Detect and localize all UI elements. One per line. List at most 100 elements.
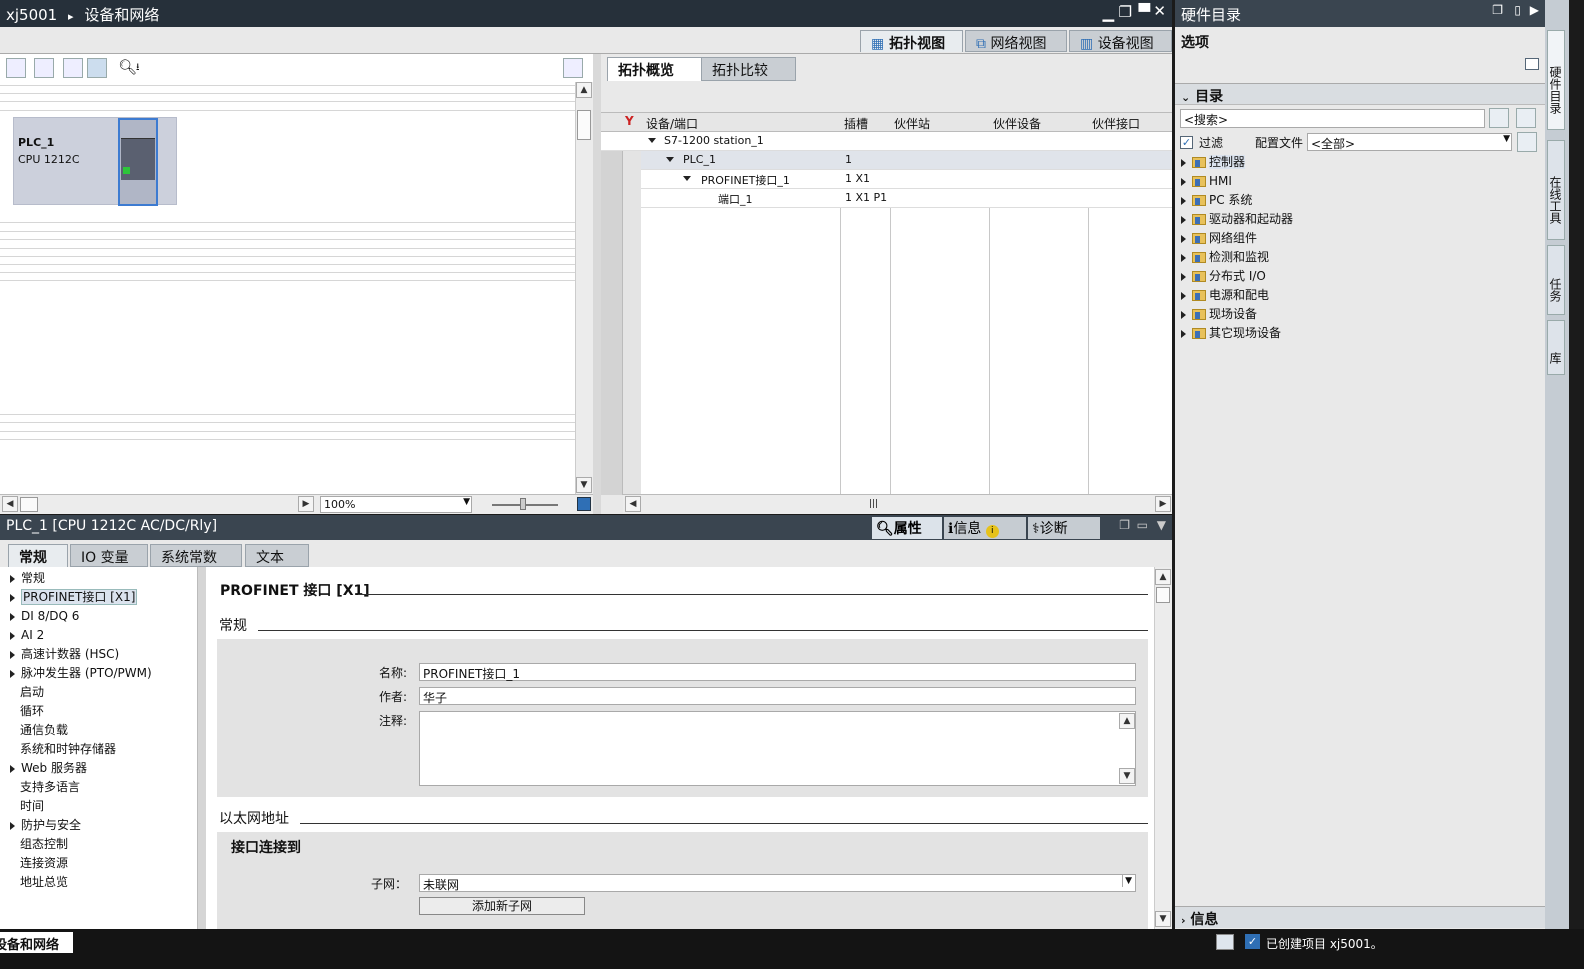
restore-icon[interactable]: ❐ <box>1492 3 1503 17</box>
profile-edit-icon[interactable] <box>1517 132 1537 152</box>
search-up-icon[interactable] <box>1516 108 1536 128</box>
scroll-down-icon[interactable]: ▼ <box>1155 911 1171 927</box>
nav-item-web-server[interactable]: Web 服务器 <box>10 759 87 778</box>
comment-field[interactable] <box>419 711 1136 786</box>
chevron-right-icon[interactable]: ▶ <box>1530 3 1539 17</box>
scroll-right-icon[interactable]: ▶ <box>1155 496 1171 512</box>
nav-item-pto[interactable]: 脉冲发生器 (PTO/PWM) <box>10 664 152 683</box>
nav-item-time[interactable]: 时间 <box>20 797 44 816</box>
tree-item-field-devices[interactable]: 现场设备 <box>1181 305 1257 324</box>
col-header-slot[interactable]: 插槽 <box>844 115 868 132</box>
tab-network-view[interactable]: ⧉ 网络视图 <box>965 30 1067 52</box>
nav-item-di-dq[interactable]: DI 8/DQ 6 <box>10 607 79 626</box>
col-header-partner-device[interactable]: 伙伴设备 <box>993 115 1041 132</box>
close-icon[interactable]: ✕ <box>1153 2 1166 20</box>
tab-topology-view[interactable]: ▦ 拓扑视图 <box>860 30 963 52</box>
tab-texts[interactable]: 文本 <box>245 544 309 567</box>
nav-item-profinet[interactable]: PROFINET接口 [X1] <box>10 588 138 607</box>
nav-splitter[interactable] <box>198 567 206 929</box>
side-tab-tasks[interactable]: 任务 <box>1547 245 1565 315</box>
side-tab-online-tools[interactable]: 在线工具 <box>1547 140 1565 240</box>
taskbar-editor-button[interactable]: 设备和网络 <box>0 932 73 953</box>
chevron-down-icon[interactable]: ▼ <box>1122 875 1134 887</box>
table-row[interactable]: S7-1200 station_1 <box>601 132 1172 151</box>
tree-item-network[interactable]: 网络组件 <box>1181 229 1257 248</box>
chevron-down-icon[interactable]: ⭳ <box>136 60 140 77</box>
chevron-down-icon[interactable]: ▼ <box>1157 518 1166 532</box>
scroll-left-icon[interactable]: ◀ <box>2 496 18 512</box>
maximize-icon[interactable]: ▀ <box>1138 3 1150 21</box>
minimize-icon[interactable]: ▯ <box>1514 3 1521 17</box>
nav-item-ai[interactable]: AI 2 <box>10 626 44 645</box>
zoom-select[interactable]: 100% ▼ <box>320 496 472 513</box>
tree-item-hmi[interactable]: HMI <box>1181 172 1232 191</box>
table-row[interactable]: PROFINET接口_1 1 X1 <box>641 170 1172 189</box>
scroll-up-icon[interactable]: ▲ <box>1155 569 1171 585</box>
tree-item-monitoring[interactable]: 检测和监视 <box>1181 248 1269 267</box>
panel-toggle-icon[interactable] <box>1525 58 1539 70</box>
scroll-right-icon[interactable]: ▶ <box>298 496 314 512</box>
tab-info[interactable]: ℹ信息 i <box>944 517 1026 539</box>
nav-item-comm-load[interactable]: 通信负载 <box>20 721 68 740</box>
info-section-header[interactable]: › 信息 <box>1175 906 1545 928</box>
inspector-vscroll[interactable]: ▲ ▼ <box>1154 567 1172 929</box>
author-field[interactable]: 华子 <box>419 687 1136 705</box>
plc-device[interactable]: PLC_1 CPU 1212C <box>13 117 177 206</box>
nav-item-config-control[interactable]: 组态控制 <box>20 835 68 854</box>
panel-toggle-icon[interactable] <box>563 58 583 78</box>
tree-item-drives[interactable]: 驱动器和起动器 <box>1181 210 1293 229</box>
scroll-up-icon[interactable]: ▲ <box>1119 713 1135 729</box>
table-row[interactable]: 端口_1 1 X1 P1 <box>641 189 1172 208</box>
canvas-vscroll[interactable]: ▲ ▼ <box>575 82 593 494</box>
filter-checkbox[interactable]: ✓ <box>1180 136 1193 149</box>
grid-icon[interactable] <box>63 58 83 78</box>
add-subnet-button[interactable]: 添加新子网 <box>419 897 585 915</box>
scroll-thumb[interactable] <box>1156 587 1170 603</box>
restore-icon[interactable]: ❐ <box>1119 518 1130 532</box>
chevron-down-icon[interactable] <box>666 157 674 162</box>
nav-item-cycle[interactable]: 循环 <box>20 702 44 721</box>
project-icon[interactable] <box>1216 934 1234 950</box>
tab-device-view[interactable]: ▥ 设备视图 <box>1069 30 1172 52</box>
tab-general[interactable]: 常规 <box>8 544 68 567</box>
chevron-down-icon[interactable] <box>648 138 656 143</box>
scroll-up-icon[interactable]: ▲ <box>576 82 592 98</box>
nav-item-address-overview[interactable]: 地址总览 <box>20 873 68 892</box>
tab-topology-overview[interactable]: 拓扑概览 <box>607 57 702 81</box>
nav-item-startup[interactable]: 启动 <box>20 683 44 702</box>
splitter[interactable] <box>593 54 601 514</box>
minimize-icon[interactable]: ▁ <box>1102 4 1114 22</box>
options-header[interactable]: 选项 <box>1181 32 1209 52</box>
tree-item-pc-system[interactable]: PC 系统 <box>1181 191 1252 210</box>
overview-icon[interactable] <box>87 58 107 78</box>
nav-item-clock-memory[interactable]: 系统和时钟存储器 <box>20 740 116 759</box>
chevron-down-icon[interactable]: ▼ <box>463 497 470 507</box>
scroll-down-icon[interactable]: ▼ <box>1119 768 1135 784</box>
side-tab-hardware-catalog[interactable]: 硬件目录 <box>1547 30 1565 130</box>
catalog-section-header[interactable]: ⌄ 目录 <box>1175 83 1545 105</box>
chevron-down-icon[interactable]: ▼ <box>1503 134 1510 144</box>
scroll-thumb[interactable] <box>577 110 591 140</box>
chevron-down-icon[interactable] <box>683 176 691 181</box>
tab-io-tags[interactable]: IO 变量 <box>70 544 148 567</box>
scroll-down-icon[interactable]: ▼ <box>576 477 592 493</box>
filter-icon[interactable]: Y <box>625 114 634 128</box>
nav-item-multilang[interactable]: 支持多语言 <box>20 778 80 797</box>
search-down-icon[interactable] <box>1489 108 1509 128</box>
fit-page-icon[interactable] <box>34 58 54 78</box>
scroll-left-icon[interactable]: ◀ <box>625 496 641 512</box>
nav-item-general[interactable]: 常规 <box>10 569 45 588</box>
zoom-slider-handle[interactable] <box>520 498 526 510</box>
tree-item-controller[interactable]: 控制器 <box>1181 153 1246 172</box>
hscroll-thumb[interactable] <box>20 497 38 512</box>
name-field[interactable]: PROFINET接口_1 <box>419 663 1136 681</box>
tree-item-other-field-devices[interactable]: 其它现场设备 <box>1181 324 1281 343</box>
overview-nav-icon[interactable] <box>577 497 591 511</box>
tab-system-constants[interactable]: 系统常数 <box>150 544 242 567</box>
minimize-icon[interactable]: ▭ <box>1137 518 1148 532</box>
nav-item-hsc[interactable]: 高速计数器 (HSC) <box>10 645 119 664</box>
restore-icon[interactable]: ❐ <box>1119 3 1132 21</box>
col-header-partner-station[interactable]: 伙伴站 <box>894 115 930 132</box>
col-header-partner-interface[interactable]: 伙伴接口 <box>1092 115 1140 132</box>
tab-diagnostics[interactable]: ⚕诊断 <box>1028 517 1100 539</box>
